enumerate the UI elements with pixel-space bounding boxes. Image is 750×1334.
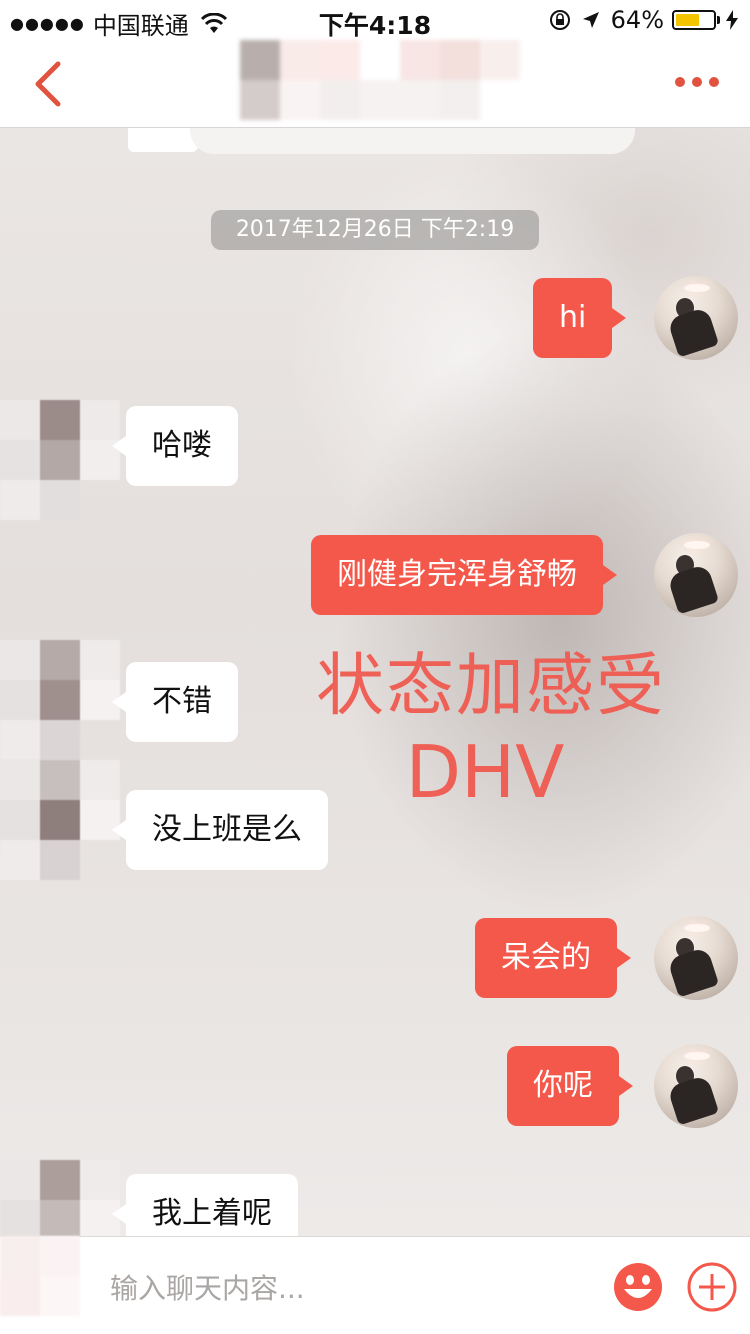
battery-tip	[717, 16, 720, 24]
message-bubble-outgoing[interactable]: hi	[533, 278, 627, 358]
location-arrow-icon	[582, 12, 599, 28]
navigation-bar	[0, 40, 750, 128]
annotation-text: DHV	[405, 730, 565, 814]
message-bubble-outgoing[interactable]: 呆会的	[475, 918, 631, 998]
message-bubble-incoming[interactable]: 没上班是么	[112, 790, 328, 870]
battery-percent: 64%	[610, 6, 664, 34]
battery-icon	[672, 10, 716, 30]
redacted-strip	[128, 128, 198, 152]
my-avatar[interactable]	[654, 276, 738, 360]
back-button[interactable]	[28, 60, 68, 108]
message-timestamp: 2017年12月26日 下午2:19	[211, 210, 539, 250]
battery-level	[676, 14, 700, 26]
smiley-icon[interactable]	[612, 1261, 664, 1313]
plus-circle-icon[interactable]	[686, 1261, 738, 1313]
message-bubble-incoming[interactable]: 哈喽	[112, 406, 238, 486]
message-bubble-incoming[interactable]: 不错	[112, 662, 238, 742]
contact-name-redacted	[240, 40, 560, 120]
contact-avatar-redacted[interactable]	[0, 640, 120, 760]
message-bubble-outgoing[interactable]: 你呢	[507, 1046, 633, 1126]
redacted-corner	[0, 1236, 80, 1316]
contact-avatar-redacted[interactable]	[0, 1160, 120, 1240]
annotation-text: 状态加感受	[315, 647, 666, 726]
contact-avatar-redacted[interactable]	[0, 760, 120, 880]
my-avatar[interactable]	[654, 533, 738, 617]
status-bar: ●●●●● 中国联通 下午4:18 64%	[0, 0, 750, 40]
redacted-banner	[190, 128, 635, 154]
more-options-button[interactable]	[674, 76, 720, 88]
charging-bolt-icon	[726, 10, 738, 30]
contact-avatar-redacted[interactable]	[0, 400, 120, 520]
message-bubble-outgoing[interactable]: 刚健身完浑身舒畅	[311, 535, 617, 615]
my-avatar[interactable]	[654, 1044, 738, 1128]
message-input[interactable]: 输入聊天内容...	[110, 1267, 305, 1307]
input-bar: 输入聊天内容...	[0, 1236, 750, 1334]
my-avatar[interactable]	[654, 916, 738, 1000]
rotation-lock-icon	[549, 10, 570, 30]
